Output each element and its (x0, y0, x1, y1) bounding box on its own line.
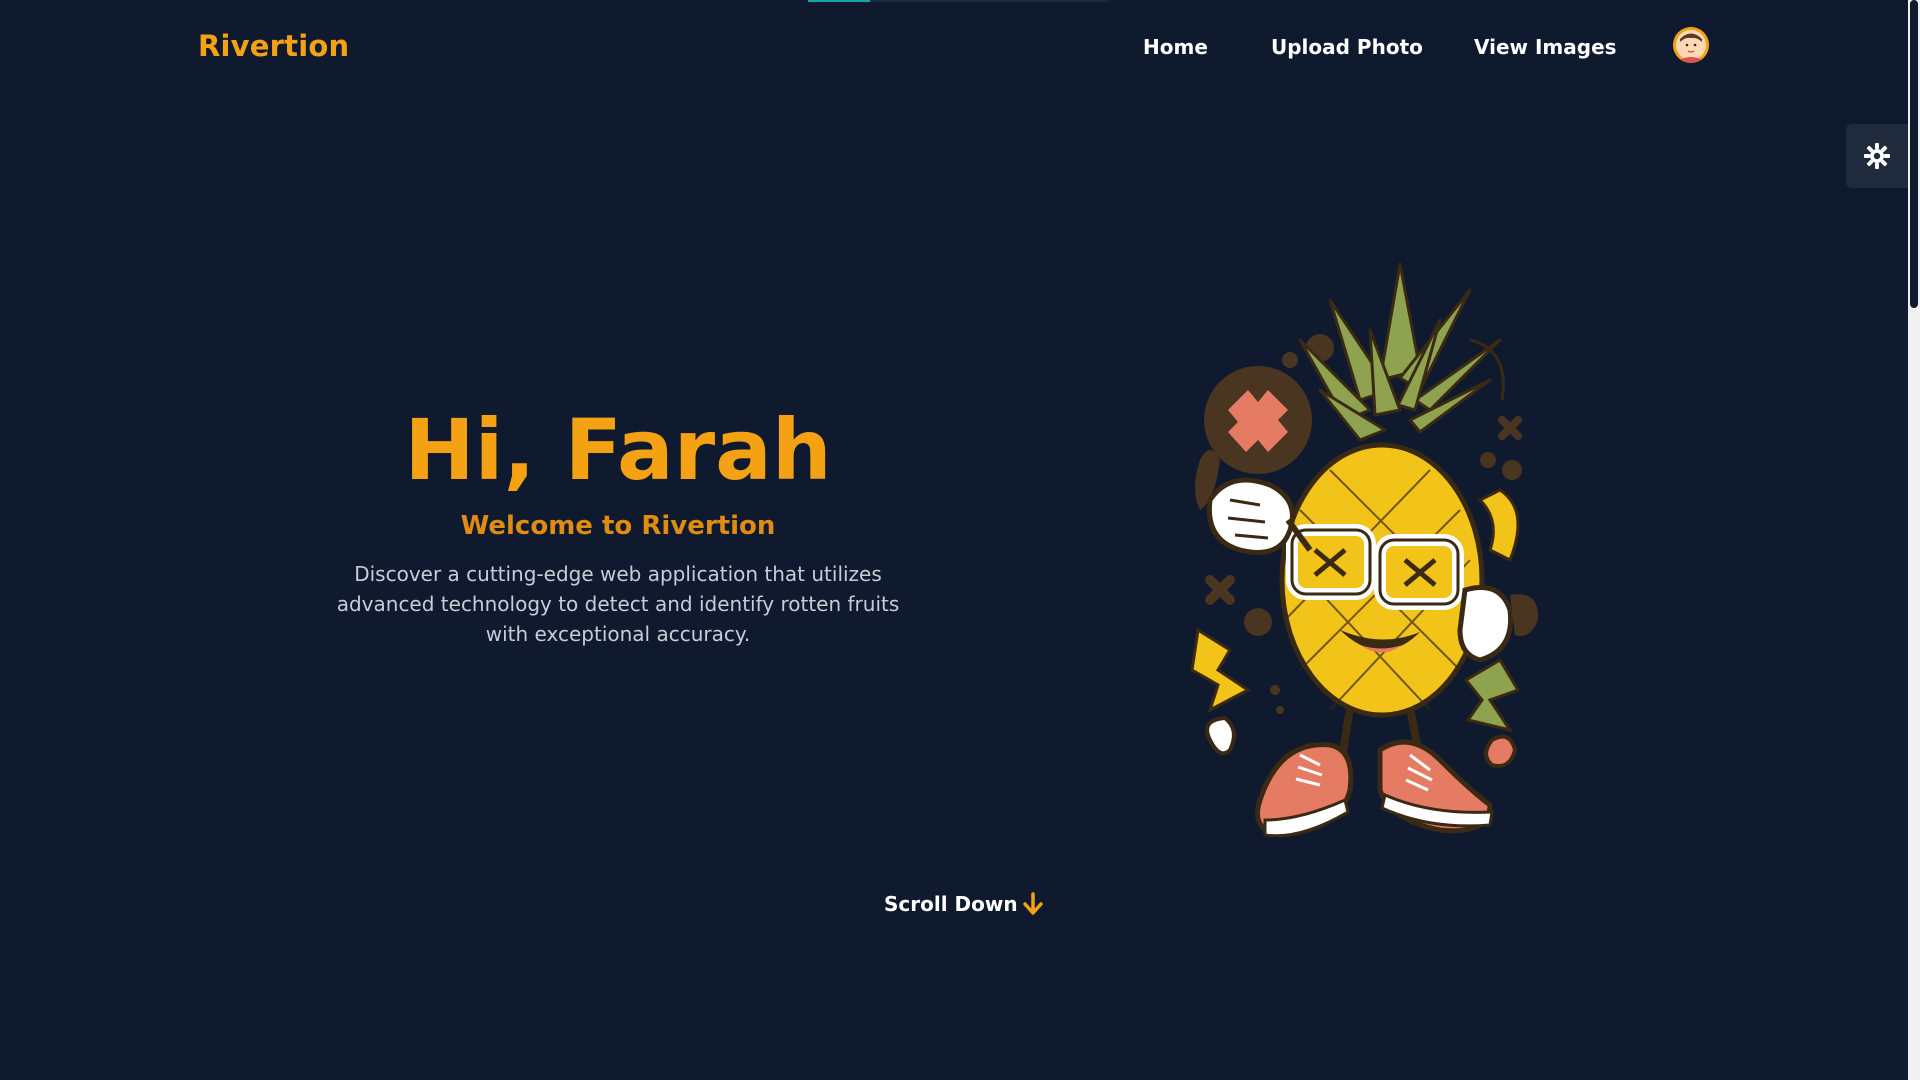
scroll-down-label: Scroll Down (884, 892, 1018, 916)
pineapple-illustration (1190, 262, 1539, 838)
theme-toggle-button[interactable] (1846, 124, 1908, 188)
navbar: Rivertion Home Upload Photo View Images (0, 0, 1908, 96)
page: Rivertion Home Upload Photo View Images (0, 0, 1920, 1080)
hero-greeting: Hi, Farah (404, 401, 832, 499)
nav-view-images-link[interactable]: View Images (1474, 35, 1617, 59)
hero-text-section: Hi, Farah Welcome to Rivertion Discover … (318, 400, 918, 649)
user-avatar[interactable] (1673, 27, 1709, 63)
nav-home-link[interactable]: Home (1143, 35, 1208, 59)
arrow-down-icon (1022, 892, 1043, 915)
avatar-icon (1673, 27, 1709, 63)
pineapple-mascot-illustration (1170, 260, 1560, 850)
brand-logo[interactable]: Rivertion (198, 29, 349, 63)
scrollbar-thumb[interactable] (1910, 0, 1918, 308)
gear-icon (1864, 143, 1890, 169)
hero-description: Discover a cutting-edge web application … (336, 561, 900, 646)
page-scrollbar[interactable] (1908, 0, 1920, 1080)
scroll-down-button[interactable]: Scroll Down (884, 892, 1044, 916)
nav-upload-photo-link[interactable]: Upload Photo (1271, 35, 1423, 59)
hero-subtitle: Welcome to Rivertion (460, 510, 776, 541)
